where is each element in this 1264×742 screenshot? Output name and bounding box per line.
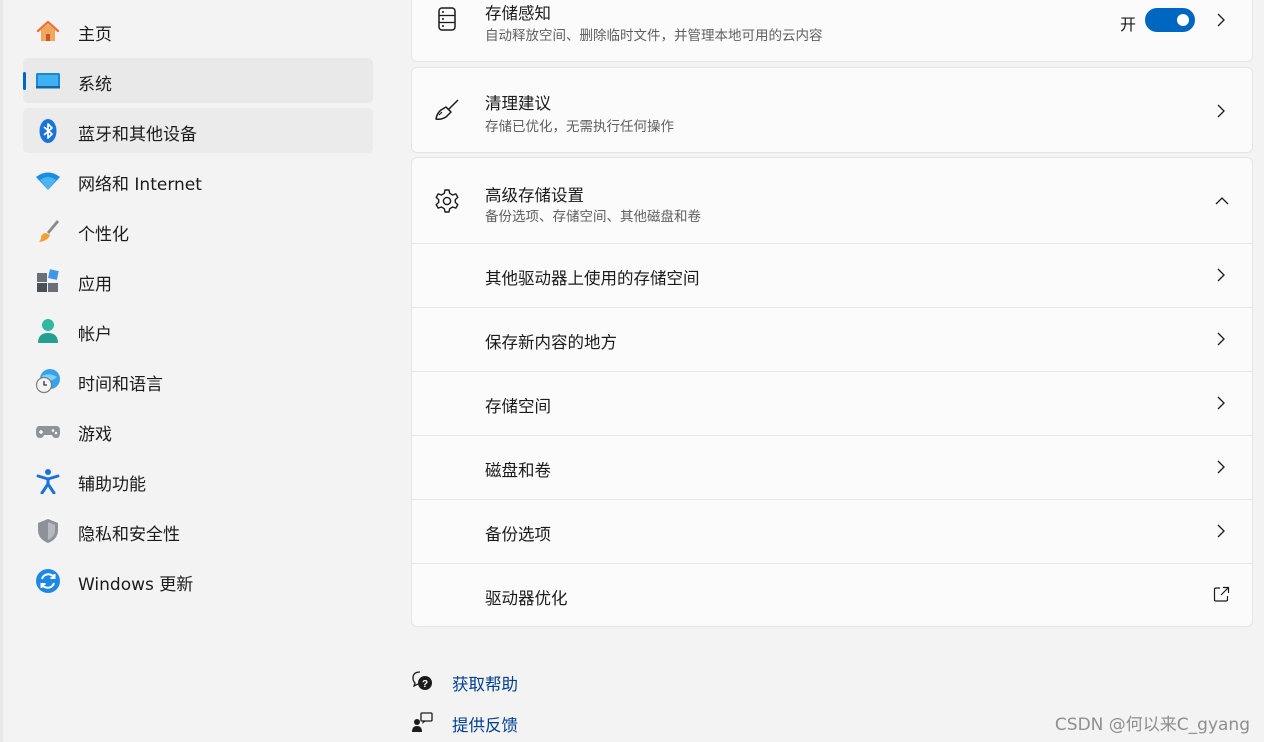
apps-icon xyxy=(35,268,61,294)
sidebar-item-apps[interactable]: 应用 xyxy=(23,258,373,303)
sidebar-item-label: 网络和 Internet xyxy=(78,175,202,195)
svg-text:?: ? xyxy=(422,679,428,690)
globe-clock-icon xyxy=(35,368,61,394)
account-icon xyxy=(35,318,61,344)
row-label: 备份选项 xyxy=(485,525,551,544)
toggle-state-label: 开 xyxy=(1119,15,1136,34)
row-label: 存储空间 xyxy=(485,397,551,416)
gamepad-icon xyxy=(35,418,61,444)
bluetooth-icon xyxy=(35,118,61,144)
shield-icon xyxy=(35,518,61,544)
give-feedback-label: 提供反馈 xyxy=(452,716,518,735)
sidebar-item-label: 个性化 xyxy=(78,225,129,245)
sidebar-item-accounts[interactable]: 帐户 xyxy=(23,308,373,353)
chevron-right-icon xyxy=(1214,460,1228,474)
watermark: CSDN @何以来C_gyang xyxy=(1054,715,1250,735)
storage-sense-card[interactable]: 存储感知 自动释放空间、删除临时文件，并管理本地可用的云内容 开 xyxy=(411,0,1253,62)
storage-sense-title: 存储感知 xyxy=(485,4,551,23)
home-icon xyxy=(35,18,61,44)
row-storage-spaces[interactable]: 存储空间 xyxy=(412,371,1252,436)
advanced-storage-header[interactable]: 高级存储设置 备份选项、存储空间、其他磁盘和卷 xyxy=(412,158,1252,243)
feedback-icon xyxy=(411,711,433,733)
wifi-icon xyxy=(35,168,61,194)
row-drive-optimization[interactable]: 驱动器优化 xyxy=(412,563,1252,628)
sidebar-item-label: 帐户 xyxy=(78,325,112,345)
update-icon xyxy=(35,568,61,594)
sidebar-item-label: 主页 xyxy=(78,25,112,45)
row-storage-used-on-other-drives[interactable]: 其他驱动器上使用的存储空间 xyxy=(412,243,1252,308)
row-label: 驱动器优化 xyxy=(485,589,568,608)
toggle-knob xyxy=(1177,14,1189,26)
row-disks-and-volumes[interactable]: 磁盘和卷 xyxy=(412,435,1252,500)
sidebar-item-privacy[interactable]: 隐私和安全性 xyxy=(23,508,373,553)
sidebar-item-gaming[interactable]: 游戏 xyxy=(23,408,373,453)
sidebar-item-label: 时间和语言 xyxy=(78,375,163,395)
system-icon xyxy=(35,68,61,94)
sidebar-item-home[interactable]: 主页 xyxy=(23,8,373,53)
sidebar-item-bluetooth[interactable]: 蓝牙和其他设备 xyxy=(23,108,373,153)
sidebar-item-personalization[interactable]: 个性化 xyxy=(23,208,373,253)
chevron-up-icon xyxy=(1215,194,1229,208)
sidebar-item-label: 蓝牙和其他设备 xyxy=(78,125,197,145)
advanced-storage-subtitle: 备份选项、存储空间、其他磁盘和卷 xyxy=(485,209,701,225)
row-label: 保存新内容的地方 xyxy=(485,333,617,352)
storage-sense-toggle[interactable] xyxy=(1145,8,1195,32)
gear-icon xyxy=(434,188,460,214)
row-where-new-content-is-saved[interactable]: 保存新内容的地方 xyxy=(412,307,1252,372)
advanced-storage-title: 高级存储设置 xyxy=(485,186,584,205)
selection-indicator xyxy=(23,72,26,90)
storage-sense-subtitle: 自动释放空间、删除临时文件，并管理本地可用的云内容 xyxy=(485,28,823,44)
chevron-right-icon xyxy=(1214,332,1228,346)
help-chat-icon: ? xyxy=(411,670,433,692)
cleanup-recommendations-card[interactable]: 清理建议 存储已优化，无需执行任何操作 xyxy=(411,67,1253,153)
cleanup-subtitle: 存储已优化，无需执行任何操作 xyxy=(485,119,674,135)
storage-drive-icon xyxy=(434,6,460,32)
get-help-label: 获取帮助 xyxy=(452,675,518,694)
brush-icon xyxy=(35,218,61,244)
chevron-right-icon xyxy=(1214,524,1228,538)
sidebar-item-label: 隐私和安全性 xyxy=(78,525,180,545)
window-left-edge xyxy=(0,0,3,742)
sidebar-item-label: 辅助功能 xyxy=(78,475,146,495)
external-link-icon xyxy=(1213,586,1230,603)
cleanup-title: 清理建议 xyxy=(485,94,551,113)
chevron-right-icon xyxy=(1214,396,1228,410)
sidebar-item-label: 系统 xyxy=(78,75,112,95)
row-label: 其他驱动器上使用的存储空间 xyxy=(485,269,700,288)
sidebar-item-accessibility[interactable]: 辅助功能 xyxy=(23,458,373,503)
sidebar-item-system[interactable]: 系统 xyxy=(23,58,373,103)
sidebar-item-windows-update[interactable]: Windows 更新 xyxy=(23,558,373,603)
broom-icon xyxy=(434,98,460,124)
sidebar-item-time-language[interactable]: 时间和语言 xyxy=(23,358,373,403)
row-backup-options[interactable]: 备份选项 xyxy=(412,499,1252,564)
sidebar-item-network[interactable]: 网络和 Internet xyxy=(23,158,373,203)
accessibility-icon xyxy=(35,468,61,494)
sidebar-nav: 主页 系统 蓝牙和其他设备 网络和 Internet 个性化 应用 帐户 时间和… xyxy=(23,8,373,608)
sidebar-item-label: 游戏 xyxy=(78,425,112,445)
sidebar-item-label: 应用 xyxy=(78,275,112,295)
chevron-right-icon xyxy=(1214,268,1228,282)
sidebar-item-label: Windows 更新 xyxy=(78,575,194,595)
chevron-right-icon xyxy=(1214,104,1228,118)
advanced-storage-settings-expander: 高级存储设置 备份选项、存储空间、其他磁盘和卷 其他驱动器上使用的存储空间 保存… xyxy=(411,157,1253,627)
row-label: 磁盘和卷 xyxy=(485,461,551,480)
chevron-right-icon xyxy=(1214,13,1228,27)
